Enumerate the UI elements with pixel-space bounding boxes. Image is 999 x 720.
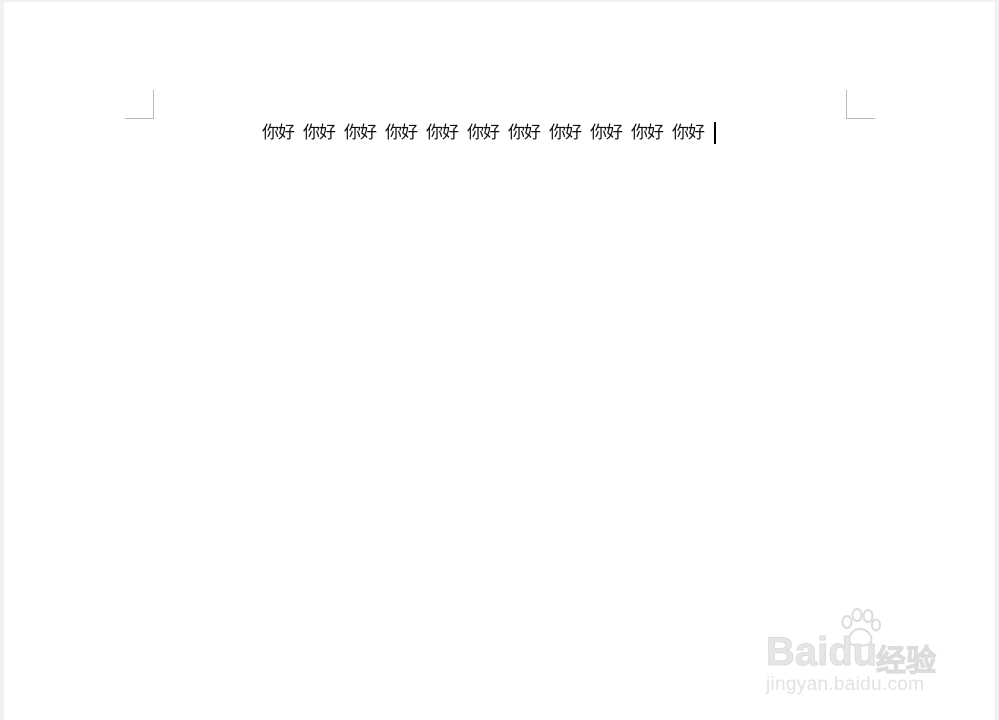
margin-corner-top-left — [125, 90, 154, 119]
text-word: 你好 — [303, 123, 336, 143]
text-word: 你好 — [549, 123, 582, 143]
baidu-logo-text: Baidu — [765, 630, 878, 675]
document-paragraph[interactable]: 你好 你好 你好 你好 你好 你好 你好 你好 你好 你好 你好 — [262, 121, 716, 145]
baidu-jingyan-watermark: Baidu 经验 jingyan.baidu.com — [764, 606, 954, 702]
text-word: 你好 — [262, 123, 295, 143]
margin-corner-top-right — [846, 90, 875, 119]
text-word: 你好 — [508, 123, 541, 143]
text-cursor — [714, 121, 716, 144]
watermark-url: jingyan.baidu.com — [766, 674, 925, 695]
text-word: 你好 — [426, 123, 459, 143]
text-word: 你好 — [590, 123, 623, 143]
text-word: 你好 — [385, 123, 418, 143]
text-word: 你好 — [344, 123, 377, 143]
text-word: 你好 — [467, 123, 500, 143]
text-word: 你好 — [672, 123, 705, 143]
text-word: 你好 — [631, 123, 664, 143]
